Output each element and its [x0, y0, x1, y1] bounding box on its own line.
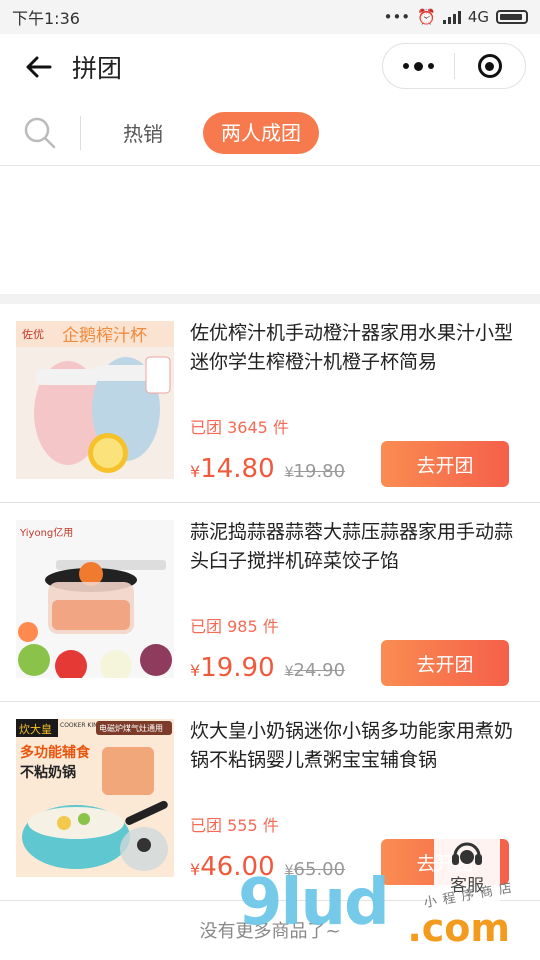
- group-price: ¥19.90: [190, 653, 275, 683]
- product-image-garlic-chopper[interactable]: Yiyong亿用: [16, 520, 174, 678]
- battery-icon: [496, 10, 528, 24]
- page-title: 拼团: [72, 54, 123, 83]
- price-row: ¥14.80 ¥19.80: [190, 454, 345, 484]
- more-menu-icon[interactable]: [383, 61, 454, 71]
- product-image-milk-pot[interactable]: 炊大皇 COOKER KING 电磁炉煤气灶通用 多功能辅食 不粘奶锅: [16, 719, 174, 877]
- mini-program-capsule: [382, 43, 526, 89]
- tab-bar: 热销 两人成团: [0, 100, 540, 166]
- thumb-banner-text: 企鹅榨汁杯: [62, 326, 147, 346]
- back-arrow-icon[interactable]: [18, 47, 58, 87]
- thumb-line1: 多功能辅食: [20, 744, 91, 761]
- watermark-domain: .com: [407, 906, 510, 950]
- thumb-tag-text: 电磁炉煤气灶通用: [99, 723, 163, 733]
- watermark-main: 9lud: [238, 866, 390, 940]
- alarm-icon: ⏰: [417, 8, 436, 26]
- price-row: ¥19.90 ¥24.90: [190, 653, 345, 683]
- more-dots-icon: •••: [383, 8, 411, 26]
- start-group-button[interactable]: 去开团: [381, 640, 509, 686]
- original-price: ¥24.90: [284, 660, 346, 681]
- product-title[interactable]: 炊大皇小奶锅迷你小锅多功能家用煮奶锅不粘锅婴儿煮粥宝宝辅食锅: [190, 717, 526, 804]
- group-price: ¥14.80: [190, 454, 275, 484]
- product-title[interactable]: 蒜泥捣蒜器蒜蓉大蒜压蒜器家用手动蒜头臼子搅拌机碎菜饺子馅: [190, 518, 526, 605]
- thumb-brand-text: Yiyong亿用: [19, 526, 73, 539]
- start-group-button[interactable]: 去开团: [381, 441, 509, 487]
- thumb-brand-text: 炊大皇: [19, 722, 52, 736]
- watermark-logo: 9lud 小程序商店 .com: [238, 866, 528, 960]
- product-item[interactable]: Yiyong亿用 蒜泥捣蒜器蒜蓉大蒜压蒜器家用手动蒜头臼子搅拌机碎菜饺子馅 已团…: [0, 503, 540, 702]
- thumb-brand-text: 佐优: [22, 327, 44, 341]
- status-icons: ••• ⏰ 4G: [384, 8, 528, 26]
- sold-count: 已团 985 件: [190, 617, 279, 636]
- product-item[interactable]: 佐优 企鹅榨汁杯 佐优榨汁机手动橙汁器家用水果汁小型迷你学生榨橙汁机橙子杯简易 …: [0, 304, 540, 503]
- tab-two-person-group[interactable]: 两人成团: [203, 111, 319, 154]
- sold-count: 已团 3645 件: [190, 418, 289, 437]
- product-title[interactable]: 佐优榨汁机手动橙汁器家用水果汁小型迷你学生榨橙汁机橙子杯简易: [190, 319, 526, 406]
- headset-icon: [452, 842, 482, 865]
- status-bar: 下午1:36 ••• ⏰ 4G: [0, 0, 540, 34]
- tab-divider: [80, 115, 81, 150]
- tab-hot[interactable]: 热销: [123, 118, 163, 147]
- nav-bar: 拼团: [0, 34, 540, 100]
- original-price: ¥19.80: [284, 461, 346, 482]
- section-gap: [0, 294, 540, 304]
- close-program-icon[interactable]: [455, 54, 526, 78]
- signal-icon: [442, 10, 461, 24]
- search-icon[interactable]: [22, 115, 58, 151]
- status-time: 下午1:36: [12, 9, 80, 28]
- thumb-line2: 不粘奶锅: [20, 764, 76, 781]
- network-label: 4G: [467, 8, 489, 26]
- product-image-juicer[interactable]: 佐优 企鹅榨汁杯: [16, 321, 174, 479]
- blank-banner-area: [0, 166, 540, 294]
